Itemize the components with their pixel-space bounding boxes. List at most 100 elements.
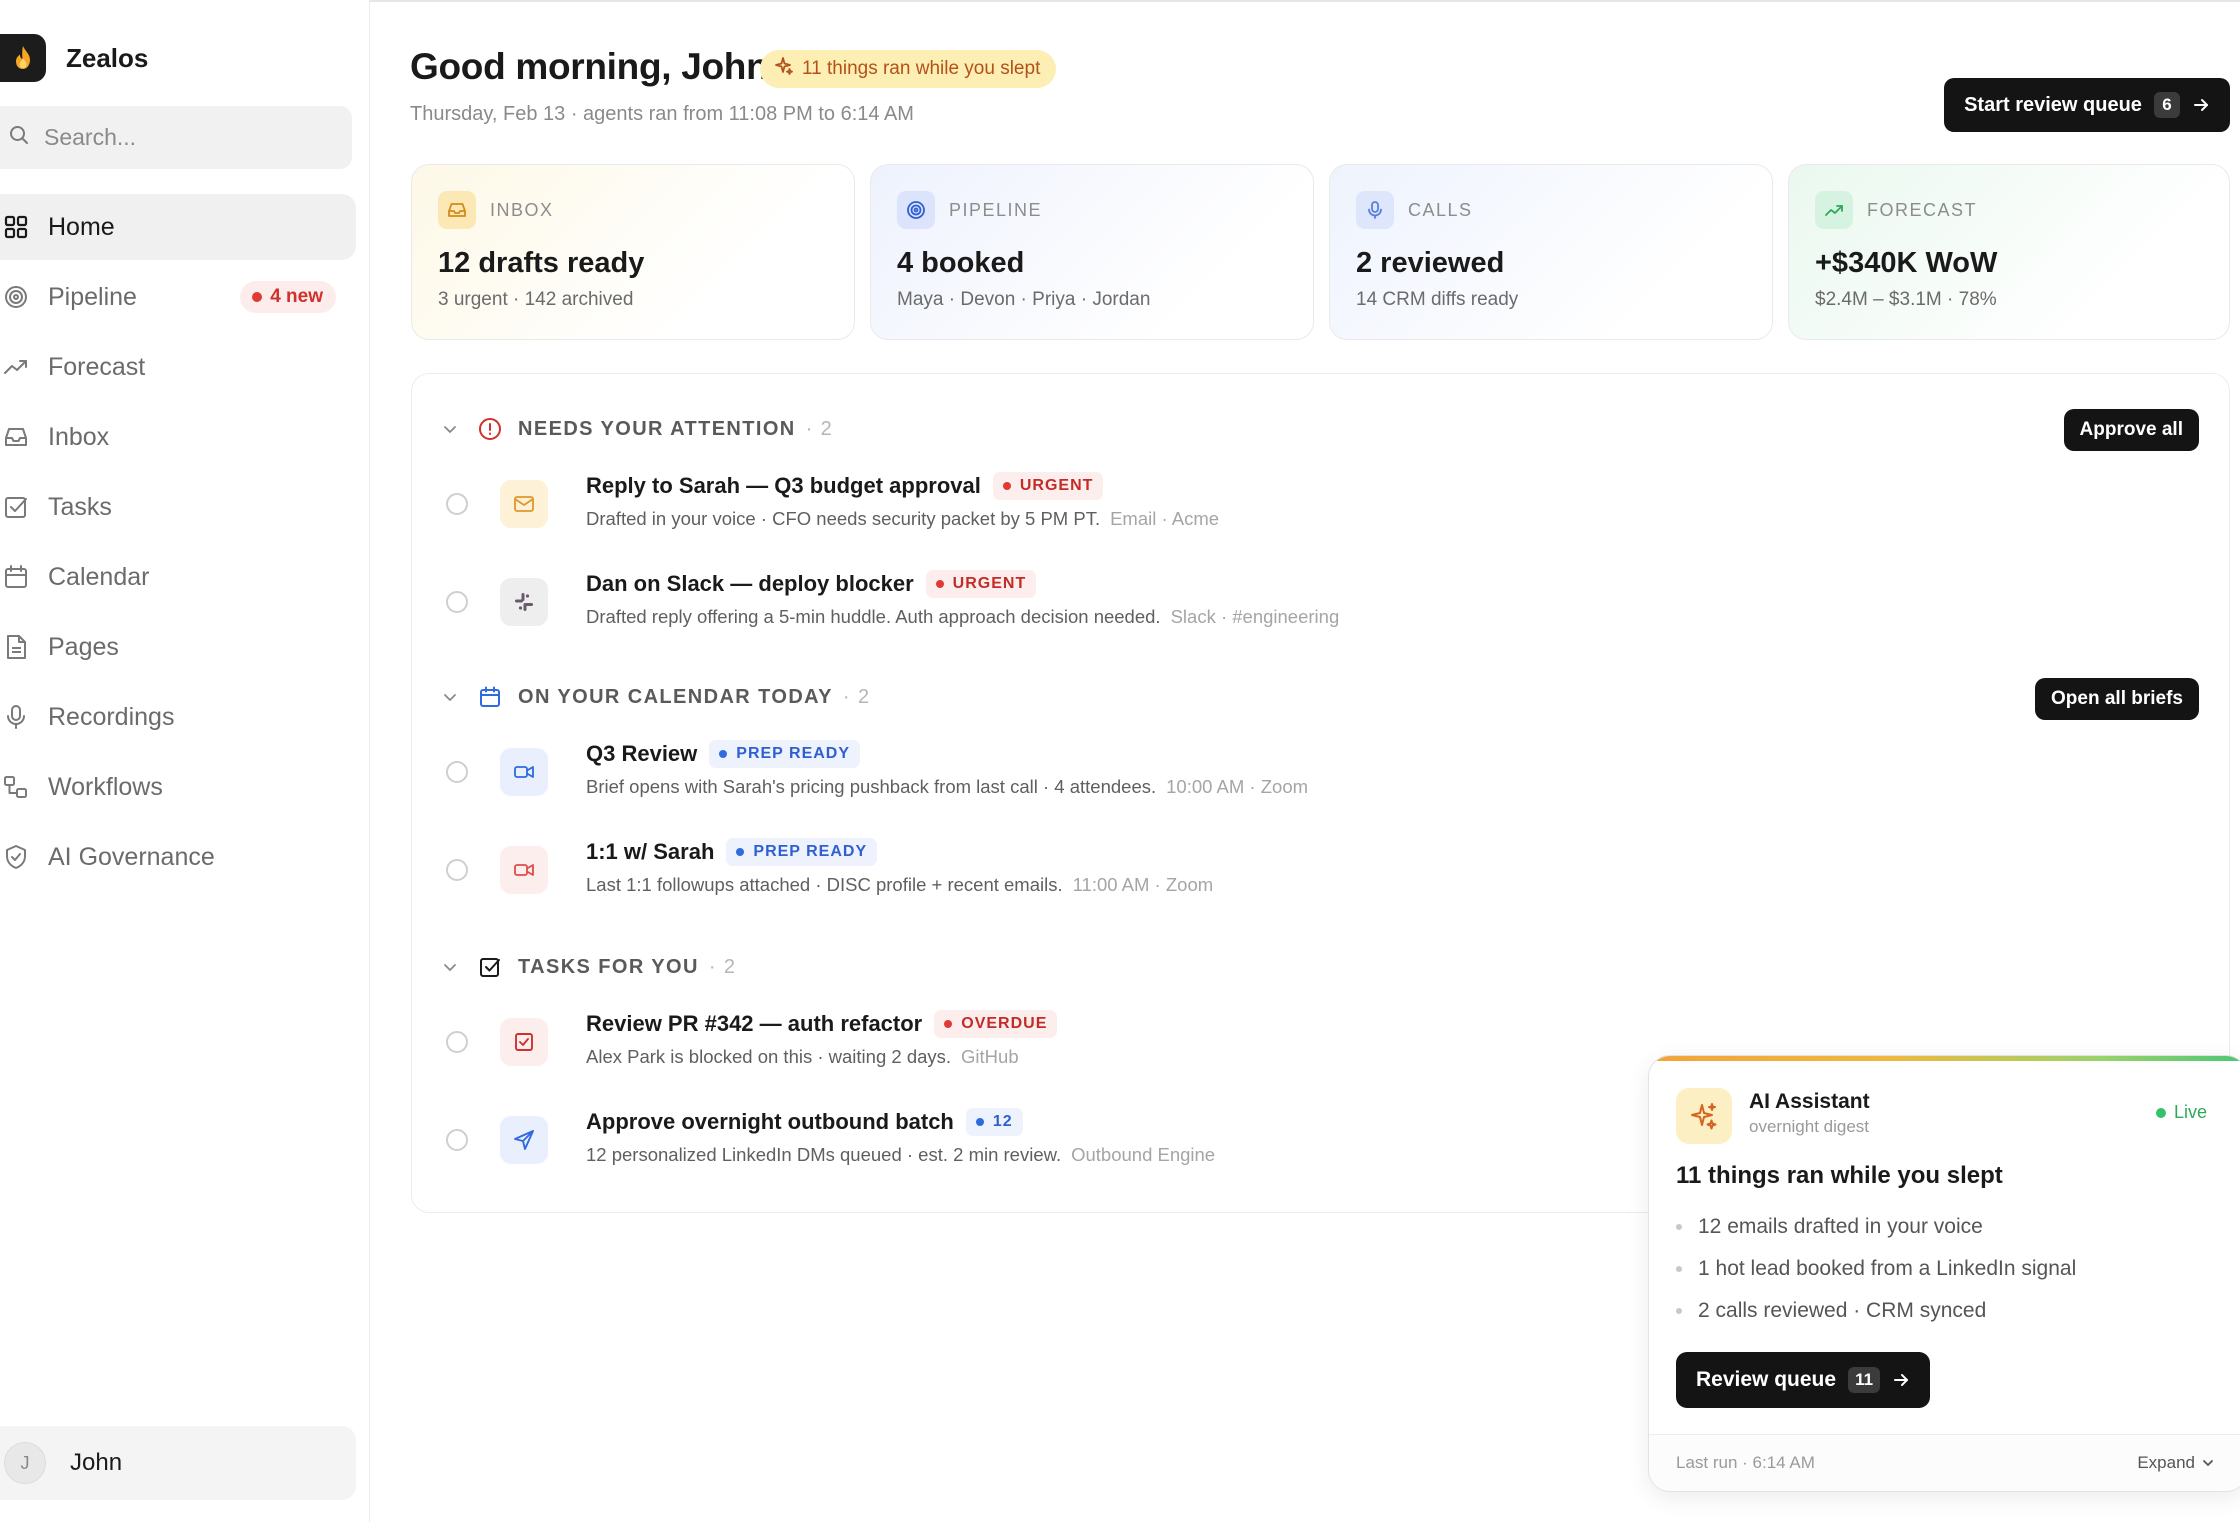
trend-icon (1815, 191, 1853, 229)
item-source: Slack · #engineering (1170, 606, 1340, 627)
live-status: Live (2155, 1102, 2207, 1123)
row-checkbox[interactable] (446, 1129, 468, 1151)
inbox-icon (438, 191, 476, 229)
sidebar-item-recordings[interactable]: Recordings (0, 684, 356, 750)
slack-icon (500, 578, 548, 626)
queue-count-badge: 6 (2153, 92, 2180, 118)
count-tag: 12 (965, 1108, 1023, 1136)
card-value: 12 drafts ready (438, 247, 645, 279)
row-checkbox[interactable] (446, 1031, 468, 1053)
pipeline-stat-card[interactable]: PIPELINE 4 booked Maya · Devon · Priya ·… (870, 164, 1314, 340)
prep-ready-tag: PREP READY (726, 838, 878, 866)
sidebar-item-forecast[interactable]: Forecast (0, 334, 356, 400)
sidebar-item-tasks[interactable]: Tasks (0, 474, 356, 540)
assistant-subtitle: overnight digest (1749, 1117, 1870, 1136)
section-count: · 2 (708, 955, 737, 978)
review-queue-button[interactable]: Review queue 11 (1676, 1352, 1931, 1408)
item-description: Brief opens with Sarah's pricing pushbac… (586, 776, 1157, 797)
sidebar-item-workflows[interactable]: Workflows (0, 754, 356, 820)
sidebar-item-ai-governance[interactable]: AI Governance (0, 824, 356, 890)
item-description: Drafted in your voice · CFO needs securi… (586, 508, 1101, 529)
sidebar-item-label: Inbox (48, 422, 110, 451)
digest-item: 1 hot lead booked from a LinkedIn signal (1676, 1248, 2076, 1290)
overdue-tag: OVERDUE (934, 1010, 1058, 1038)
row-checkbox[interactable] (446, 493, 468, 515)
digest-item: 2 calls reviewed · CRM synced (1676, 1290, 2076, 1332)
section-count: · 2 (805, 417, 834, 440)
expand-button[interactable]: Expand (2137, 1453, 2215, 1473)
item-source: Email · Acme (1110, 508, 1220, 529)
section-calendar-header[interactable]: ON YOUR CALENDAR TODAY · 2 (442, 680, 870, 714)
row-checkbox[interactable] (446, 761, 468, 783)
item-title: Dan on Slack — deploy blocker (586, 571, 914, 596)
checkbox-icon (478, 955, 504, 979)
flame-logo-icon (0, 34, 46, 82)
chevron-down-icon (2201, 1456, 2215, 1470)
chevron-down-icon[interactable] (442, 421, 462, 437)
video-camera-icon (500, 748, 548, 796)
search-box[interactable] (0, 106, 352, 169)
prep-ready-tag: PREP READY (709, 740, 861, 768)
sparkle-icon (1676, 1088, 1732, 1144)
mic-icon (1356, 191, 1394, 229)
app-name: Zealos (66, 42, 149, 73)
target-icon (897, 191, 935, 229)
sidebar-item-inbox[interactable]: Inbox (0, 404, 356, 470)
sidebar: Zealos Home Pipeline 4 new Forecast (0, 0, 370, 1522)
start-review-queue-button[interactable]: Start review queue 6 (1944, 78, 2230, 132)
item-description: Last 1:1 followups attached · DISC profi… (586, 874, 1063, 895)
sidebar-nav: Home Pipeline 4 new Forecast Inbox Tasks… (0, 194, 356, 894)
user-name: John (70, 1449, 123, 1476)
section-tasks-header[interactable]: TASKS FOR YOU · 2 (442, 950, 736, 984)
sidebar-item-pipeline[interactable]: Pipeline 4 new (0, 264, 356, 330)
section-needs-attention-header[interactable]: NEEDS YOUR ATTENTION · 2 (442, 412, 833, 446)
row-checkbox[interactable] (446, 591, 468, 613)
gradient-bar (1649, 1056, 2240, 1061)
card-caption: CALLS (1408, 199, 1473, 220)
forecast-stat-card[interactable]: FORECAST +$340K WoW $2.4M – $3.1M · 78% (1788, 164, 2230, 340)
overnight-summary-pill[interactable]: 11 things ran while you slept (760, 50, 1057, 88)
video-camera-icon (500, 846, 548, 894)
search-input[interactable] (44, 124, 344, 151)
workflow-icon (2, 773, 30, 801)
chevron-down-icon[interactable] (442, 959, 462, 975)
page-icon (2, 633, 30, 661)
item-title: Q3 Review (586, 741, 698, 766)
sidebar-item-label: Workflows (48, 772, 163, 801)
card-subtext: 14 CRM diffs ready (1356, 289, 1519, 310)
digest-item: 12 emails drafted in your voice (1676, 1206, 2076, 1248)
list-item[interactable]: 1:1 w/ Sarah PREP READY Last 1:1 followup… (442, 836, 2142, 916)
card-value: 2 reviewed (1356, 247, 1505, 279)
approve-all-button[interactable]: Approve all (2063, 409, 2199, 451)
brand[interactable]: Zealos (0, 34, 148, 82)
item-source: GitHub (961, 1046, 1019, 1067)
last-run-text: Last run · 6:14 AM (1676, 1453, 1815, 1472)
item-description: Alex Park is blocked on this · waiting 2… (586, 1046, 952, 1067)
sidebar-item-label: Pages (48, 632, 119, 661)
mic-icon (2, 703, 30, 731)
sidebar-item-label: Forecast (48, 352, 146, 381)
new-count-badge: 4 new (240, 281, 336, 313)
calls-stat-card[interactable]: CALLS 2 reviewed 14 CRM diffs ready (1329, 164, 1773, 340)
list-item[interactable]: Q3 Review PREP READY Brief opens with Sar… (442, 738, 2142, 818)
list-item[interactable]: Dan on Slack — deploy blocker URGENT Draf… (442, 568, 2142, 648)
digest-title: 11 things ran while you slept (1676, 1162, 2003, 1189)
list-item[interactable]: Reply to Sarah — Q3 budget approval URGEN… (442, 470, 2142, 550)
item-description: 12 personalized LinkedIn DMs queued · es… (586, 1144, 1062, 1165)
sidebar-item-home[interactable]: Home (0, 194, 356, 260)
sidebar-item-calendar[interactable]: Calendar (0, 544, 356, 610)
checkbox-icon (2, 493, 30, 521)
user-profile[interactable]: J John (0, 1426, 356, 1500)
sidebar-item-pages[interactable]: Pages (0, 614, 356, 680)
inbox-stat-card[interactable]: INBOX 12 drafts ready 3 urgent · 142 arc… (411, 164, 855, 340)
open-all-briefs-button[interactable]: Open all briefs (2035, 678, 2199, 720)
ai-assistant-panel: AI Assistant overnight digest Live 11 th… (1648, 1055, 2240, 1492)
chevron-down-icon[interactable] (442, 689, 462, 705)
assistant-name: AI Assistant (1749, 1090, 1870, 1113)
sidebar-item-label: Recordings (48, 702, 175, 731)
row-checkbox[interactable] (446, 859, 468, 881)
shield-icon (2, 843, 30, 871)
sidebar-item-label: Pipeline (48, 282, 137, 311)
search-icon (8, 124, 30, 151)
arrow-right-icon (1892, 1371, 1910, 1389)
